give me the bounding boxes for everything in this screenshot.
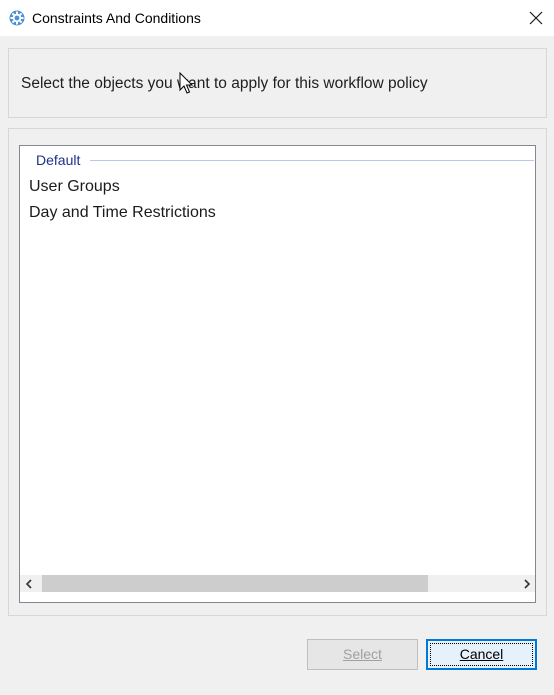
list-item-day-and-time-restrictions[interactable]: Day and Time Restrictions bbox=[29, 203, 216, 223]
chevron-left-icon bbox=[25, 578, 32, 589]
scroll-left-button[interactable] bbox=[20, 575, 37, 592]
group-divider bbox=[90, 160, 534, 161]
select-button[interactable]: Select bbox=[307, 639, 418, 670]
objects-panel: Default User Groups Day and Time Restric… bbox=[8, 128, 547, 616]
objects-list[interactable]: Default User Groups Day and Time Restric… bbox=[19, 145, 536, 603]
scrollbar-thumb[interactable] bbox=[42, 575, 428, 592]
cancel-button[interactable]: Cancel bbox=[426, 639, 537, 670]
gear-icon bbox=[9, 10, 25, 26]
group-header-default: Default bbox=[20, 152, 535, 168]
mouse-cursor-icon bbox=[179, 72, 194, 94]
group-label: Default bbox=[36, 152, 81, 168]
instruction-panel: Select the objects you want to apply for… bbox=[8, 48, 547, 118]
focus-rectangle bbox=[430, 643, 533, 666]
horizontal-scrollbar[interactable] bbox=[20, 575, 535, 592]
window-title: Constraints And Conditions bbox=[32, 10, 201, 26]
instruction-text: Select the objects you want to apply for… bbox=[21, 75, 428, 92]
chevron-right-icon bbox=[523, 578, 530, 589]
title-bar: Constraints And Conditions bbox=[0, 0, 554, 36]
close-button[interactable] bbox=[518, 0, 554, 36]
scroll-right-button[interactable] bbox=[518, 575, 535, 592]
select-button-label: Select bbox=[343, 646, 382, 662]
close-icon bbox=[529, 11, 543, 25]
list-item-user-groups[interactable]: User Groups bbox=[29, 177, 120, 197]
